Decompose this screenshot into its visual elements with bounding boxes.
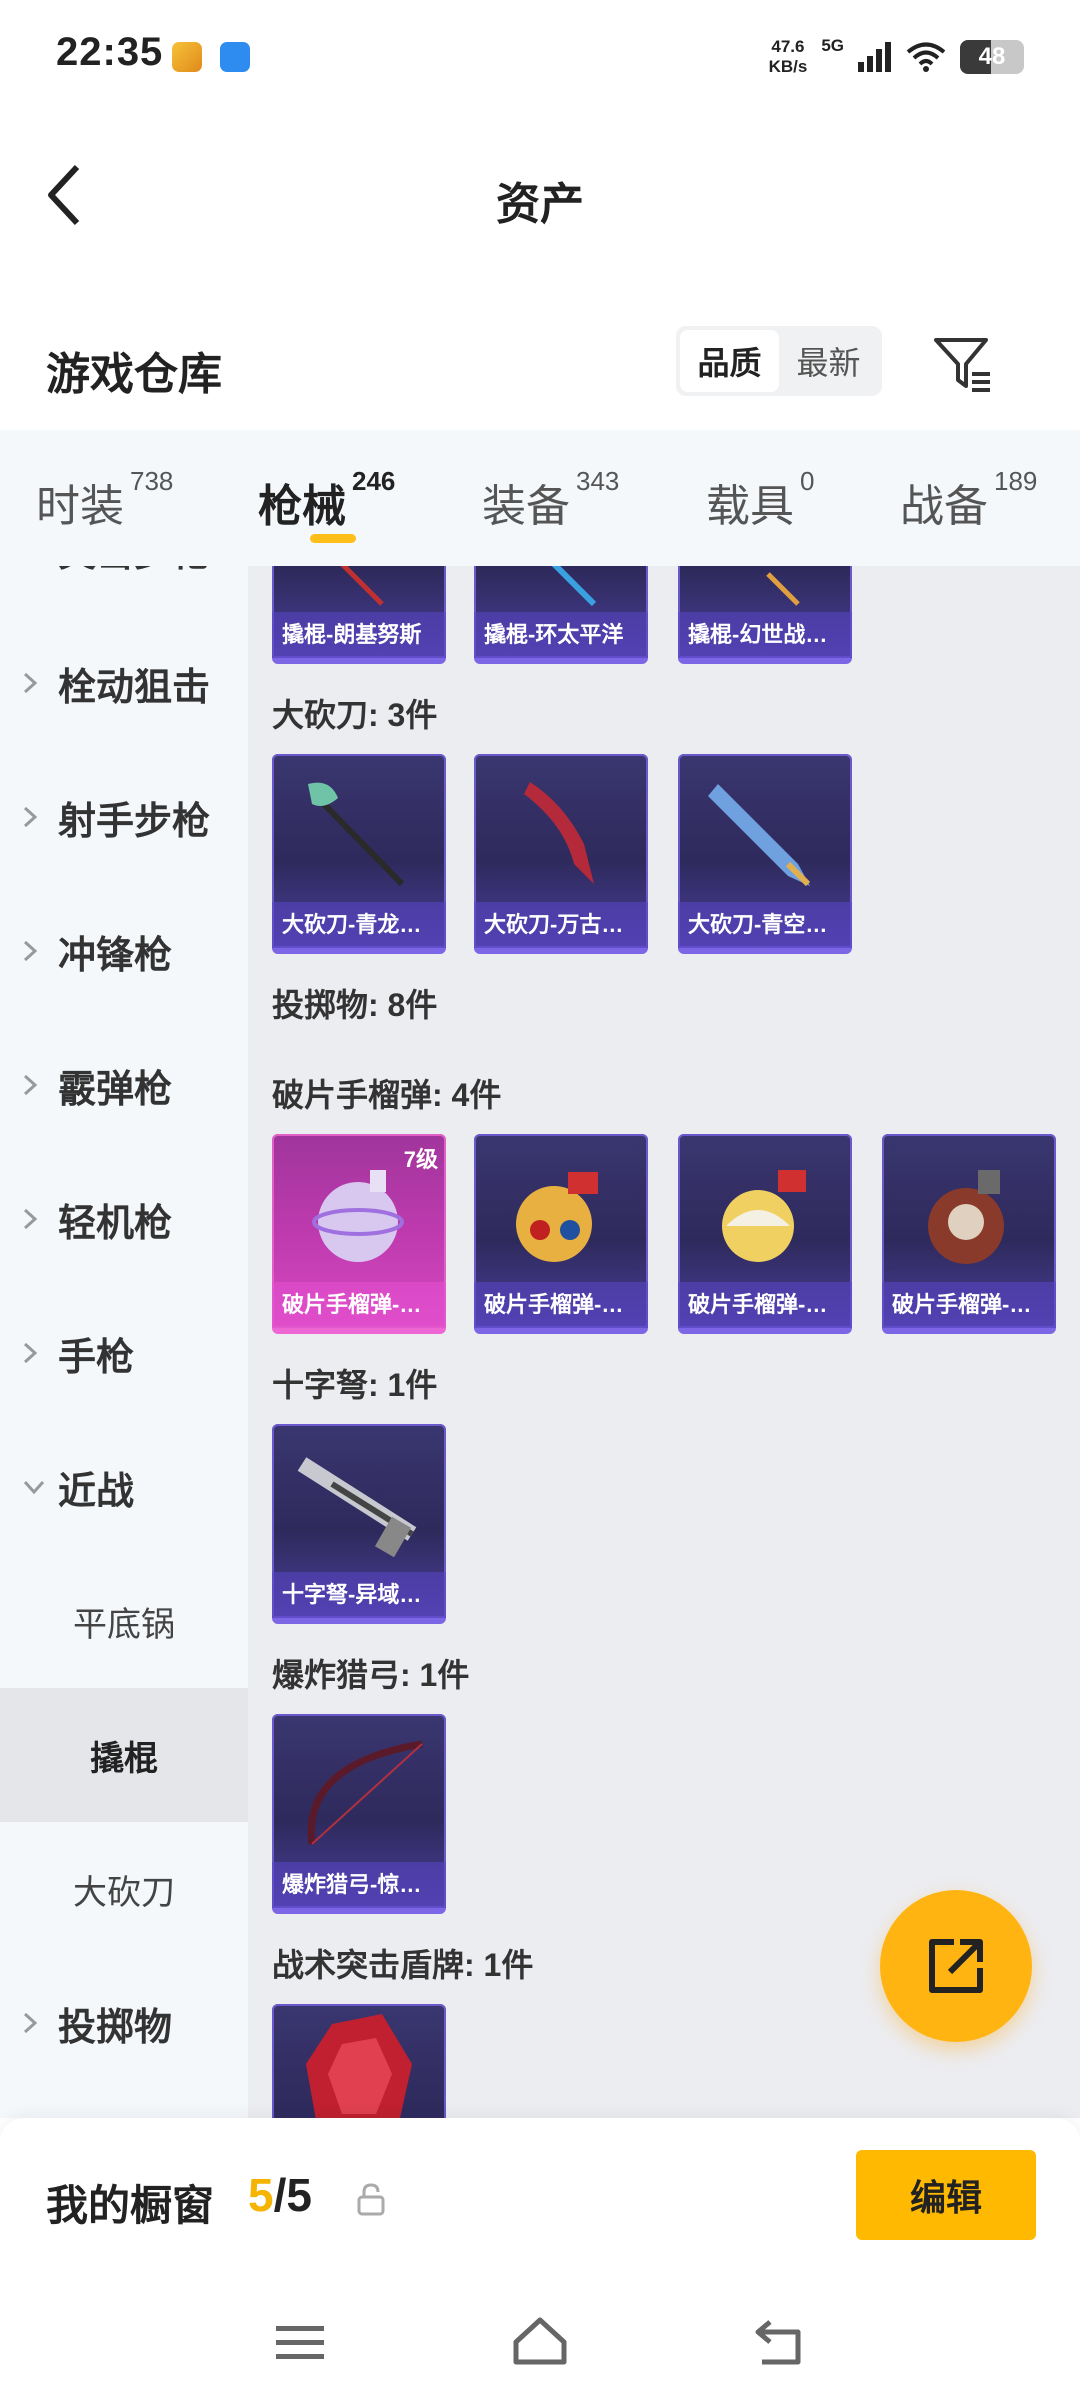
sort-latest-option[interactable]: 最新 xyxy=(779,330,878,392)
sidebar: 突击步枪 栓动狙击 射手步枪 冲锋枪 霰弹枪 轻机枪 手枪 近战 xyxy=(0,566,248,2118)
item-card[interactable]: 大砍刀-青空… xyxy=(678,754,852,954)
section-header-throwables: 投掷物: 8件 xyxy=(272,987,438,1023)
sidebar-item-assault-rifle[interactable]: 突击步枪 xyxy=(0,566,248,616)
filter-icon xyxy=(934,338,990,392)
chevron-right-icon xyxy=(22,671,52,695)
showcase-count: 5/5 xyxy=(248,2169,312,2221)
section-header-machete: 大砍刀: 3件 xyxy=(272,697,438,733)
category-tabs: 时装738 枪械246 装备343 载具0 战备189 xyxy=(0,430,1080,566)
chevron-down-icon xyxy=(22,1479,52,1495)
sidebar-item-lmg[interactable]: 轻机枪 xyxy=(0,1152,248,1286)
sidebar-item-smg[interactable]: 冲锋枪 xyxy=(0,884,248,1018)
sidebar-item-throwables[interactable]: 投掷物 xyxy=(0,1956,248,2090)
status-time: 22:35 xyxy=(56,30,164,74)
sidebar-subitem-frying-pan[interactable]: 平底锅 xyxy=(0,1554,248,1688)
menu-icon[interactable] xyxy=(270,2312,330,2372)
active-tab-indicator xyxy=(310,534,356,543)
tab-firearms[interactable]: 枪械246 xyxy=(258,466,395,534)
item-card[interactable]: 破片手榴弹-… xyxy=(678,1134,852,1334)
sidebar-item-bolt-sniper[interactable]: 栓动狙击 xyxy=(0,616,248,750)
sidebar-item-pistol[interactable]: 手枪 xyxy=(0,1286,248,1420)
warehouse-toolbar: 游戏仓库 品质 最新 xyxy=(0,300,1080,430)
share-external-icon xyxy=(929,1939,983,1993)
item-card[interactable]: 破片手榴弹-… xyxy=(474,1134,648,1334)
sidebar-item-shotgun[interactable]: 霰弹枪 xyxy=(0,1018,248,1152)
item-card[interactable]: 爆炸猎弓-惊… xyxy=(272,1714,446,1914)
item-card[interactable]: 撬棍-环太平洋 xyxy=(474,566,648,664)
level-badge: 7级 xyxy=(403,1147,438,1172)
grenade-art xyxy=(928,1170,1004,1264)
chevron-right-icon xyxy=(22,1207,52,1231)
section-header-grenade: 破片手榴弹: 4件 xyxy=(272,1077,502,1113)
tab-vehicles[interactable]: 载具0 xyxy=(706,466,814,534)
edit-button[interactable]: 编辑 xyxy=(856,2150,1036,2240)
crowbar-art xyxy=(766,572,800,606)
sidebar-subitem-crowbar[interactable]: 撬棍 xyxy=(0,1688,248,1822)
back-icon[interactable] xyxy=(750,2312,810,2372)
chevron-right-icon xyxy=(22,2011,52,2035)
app-header: 资产 xyxy=(0,110,1080,280)
status-bar: 22:35 47.6 KB/s 5G 48 xyxy=(0,0,1080,110)
net-speed: 47.6 KB/s xyxy=(768,37,808,76)
grenade-art xyxy=(722,1170,806,1262)
machete-art xyxy=(524,782,594,884)
sidebar-item-marksman-rifle[interactable]: 射手步枪 xyxy=(0,750,248,884)
item-card[interactable]: 破片手榴弹-… xyxy=(882,1134,1056,1334)
section-header-crossbow: 十字弩: 1件 xyxy=(272,1367,438,1403)
sidebar-subitem-machete[interactable]: 大砍刀 xyxy=(0,1822,248,1956)
showcase-title: 我的橱窗 xyxy=(46,2182,215,2229)
item-card[interactable]: 大砍刀-万古… xyxy=(474,754,648,954)
chevron-right-icon xyxy=(22,939,52,963)
crossbow-art xyxy=(297,1457,417,1558)
machete-art xyxy=(308,782,405,887)
grenade-art xyxy=(516,1172,598,1262)
sort-toggle: 品质 最新 xyxy=(676,326,882,396)
section-header-shield: 战术突击盾牌: 1件 xyxy=(272,1947,534,1983)
filter-button[interactable] xyxy=(930,330,996,396)
sort-quality-option[interactable]: 品质 xyxy=(680,330,779,392)
tab-equipment[interactable]: 装备343 xyxy=(482,466,619,534)
tab-supplies[interactable]: 战备189 xyxy=(900,466,1037,534)
showcase-bar: 我的橱窗 5/5 编辑 xyxy=(0,2118,1080,2288)
signal-icon xyxy=(858,42,891,72)
item-card[interactable]: 十字弩-异域… xyxy=(272,1424,446,1624)
app-notification-icon xyxy=(220,42,250,72)
tab-fashion[interactable]: 时装738 xyxy=(36,466,173,534)
crowbar-art xyxy=(340,566,384,606)
crowbar-art xyxy=(551,566,597,607)
item-card[interactable] xyxy=(272,2004,446,2118)
chevron-right-icon xyxy=(22,1341,52,1365)
item-card[interactable]: 撬棍-幻世战… xyxy=(678,566,852,664)
content-area: 突击步枪 栓动狙击 射手步枪 冲锋枪 霰弹枪 轻机枪 手枪 近战 xyxy=(0,566,1080,2118)
lock-icon[interactable] xyxy=(356,2182,386,2216)
item-grid: 撬棍-朗基努斯 撬棍-环太平洋 撬棍-幻世战… 大砍刀: 3件 大砍刀-青龙… … xyxy=(248,566,1080,2118)
home-icon[interactable] xyxy=(510,2312,570,2372)
chevron-right-icon xyxy=(22,1073,52,1097)
page-title: 资产 xyxy=(496,180,584,229)
machete-art xyxy=(708,784,811,887)
item-card[interactable]: 7级 破片手榴弹-… xyxy=(272,1134,446,1334)
item-card[interactable]: 撬棍-朗基努斯 xyxy=(272,566,446,664)
system-navbar xyxy=(0,2288,1080,2400)
sidebar-item-melee[interactable]: 近战 xyxy=(0,1420,248,1554)
shield-art xyxy=(306,2014,412,2118)
battery-indicator: 48 xyxy=(960,40,1024,74)
item-card[interactable]: 大砍刀-青龙… xyxy=(272,754,446,954)
network-type: 5G xyxy=(821,36,844,55)
app-notification-icon xyxy=(172,42,202,72)
chevron-right-icon xyxy=(22,805,52,829)
bow-art xyxy=(307,1740,423,1845)
warehouse-title: 游戏仓库 xyxy=(46,350,222,399)
section-header-bow: 爆炸猎弓: 1件 xyxy=(272,1657,470,1693)
share-button[interactable] xyxy=(880,1890,1032,2042)
wifi-icon xyxy=(906,42,946,72)
